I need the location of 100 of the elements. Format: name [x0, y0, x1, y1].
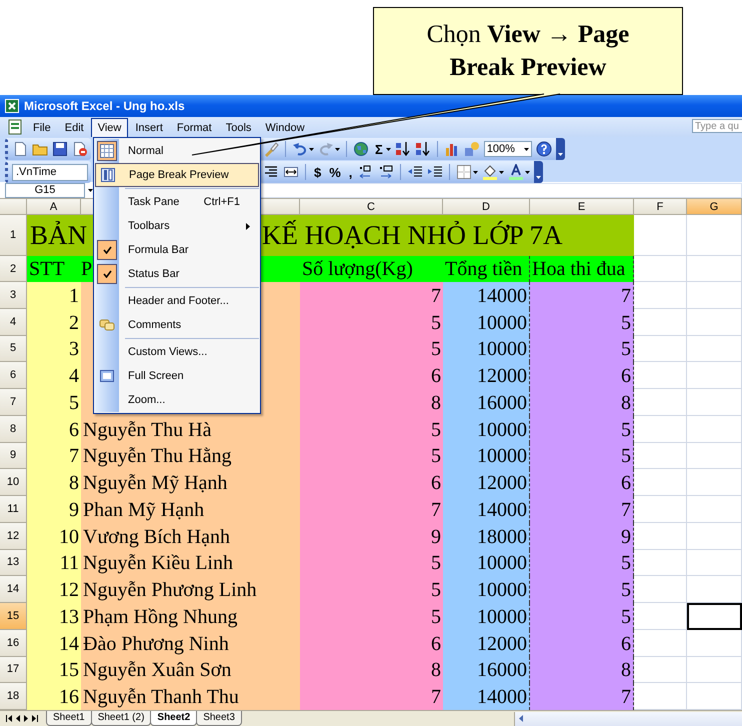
menu-item[interactable]: Zoom... [95, 388, 259, 412]
caret-icon[interactable] [524, 148, 529, 150]
row-header[interactable]: 15 [0, 603, 27, 630]
column-header[interactable]: C [300, 199, 443, 215]
caret-icon[interactable] [335, 148, 340, 150]
row-header[interactable]: 11 [0, 496, 27, 523]
menu-item[interactable]: Insert [128, 117, 170, 137]
scroll-left-icon[interactable] [519, 715, 523, 722]
row-header[interactable]: 16 [0, 630, 27, 656]
table-cell: 8 [300, 656, 443, 684]
sort-ascending-icon[interactable] [394, 141, 411, 157]
table-cell: 15 [27, 656, 81, 684]
sort-descending-icon[interactable] [414, 141, 431, 157]
menu-item[interactable]: Normal [95, 139, 259, 163]
menu-item[interactable]: Full Screen [95, 364, 259, 388]
merge-center-icon[interactable] [283, 164, 299, 180]
paint-bucket-icon[interactable] [482, 164, 498, 180]
zoom-field[interactable]: 100% [484, 141, 532, 157]
table-cell: 7 [530, 496, 634, 523]
column-header[interactable]: E [530, 199, 634, 215]
row-header[interactable]: 17 [0, 656, 27, 684]
next-sheet-icon[interactable] [24, 715, 28, 722]
document-icon[interactable] [6, 119, 24, 135]
row-header[interactable]: 14 [0, 576, 27, 603]
table-cell: 16000 [443, 389, 530, 416]
save-icon[interactable] [52, 141, 68, 157]
menu-item[interactable]: Window [258, 117, 312, 137]
name-box[interactable]: G15 [5, 182, 85, 198]
menu-item[interactable]: View [90, 118, 128, 137]
menu-item[interactable]: Task Pane Ctrl+F1 [95, 190, 259, 214]
menu-item[interactable]: Status Bar [95, 262, 259, 286]
row-header[interactable]: 3 [0, 282, 27, 309]
column-header[interactable]: F [634, 199, 687, 215]
column-header[interactable]: D [443, 199, 530, 215]
horizontal-scrollbar[interactable] [514, 712, 742, 726]
table-cell: 10000 [443, 336, 530, 362]
caret-icon[interactable] [309, 148, 314, 150]
restricted-document-icon[interactable] [72, 141, 88, 157]
sheet-tab[interactable]: Sheet2 [150, 711, 198, 726]
table-cell: 2 [27, 308, 81, 336]
menu-item[interactable]: Edit [58, 117, 91, 137]
menu-item[interactable]: Page Break Preview [95, 163, 259, 187]
column-heading: STT [27, 256, 81, 282]
row-header[interactable]: 5 [0, 336, 27, 362]
bar-chart-icon[interactable] [444, 141, 460, 157]
sheet-tab[interactable]: Sheet1 [46, 711, 92, 726]
menu-item[interactable]: Format [170, 117, 219, 137]
column-header[interactable]: G [687, 199, 742, 215]
decrease-decimal-icon[interactable] [378, 164, 394, 180]
row-header[interactable]: 6 [0, 362, 27, 389]
row-header[interactable]: 9 [0, 442, 27, 470]
help-icon[interactable] [536, 141, 552, 157]
percent-button[interactable]: % [327, 164, 343, 180]
currency-button[interactable]: $ [312, 164, 324, 180]
row-header[interactable]: 7 [0, 389, 27, 416]
menu-item[interactable]: File [26, 117, 58, 137]
toolbar-options-icon[interactable] [556, 138, 565, 160]
table-cell: 5 [530, 603, 634, 630]
globe-icon[interactable] [353, 141, 369, 157]
row-header[interactable]: 2 [0, 256, 27, 282]
previous-sheet-icon[interactable] [16, 715, 20, 722]
selected-cell[interactable] [687, 603, 742, 630]
table-cell: 6 [300, 630, 443, 656]
paintbrush-icon[interactable] [263, 141, 279, 157]
menu-item[interactable]: Toolbars [95, 214, 259, 238]
first-sheet-icon[interactable] [6, 715, 12, 722]
row-header[interactable]: 13 [0, 550, 27, 576]
menu-item[interactable]: Tools [218, 117, 258, 137]
font-field[interactable]: .VnTime [12, 164, 88, 180]
toolbar-options-icon[interactable] [534, 161, 544, 183]
row-header[interactable]: 12 [0, 522, 27, 550]
column-heading: Tổng tiền [443, 256, 530, 282]
row-header[interactable]: 8 [0, 416, 27, 442]
help-field[interactable]: Type a qu [692, 119, 742, 133]
drawing-shapes-icon[interactable] [464, 141, 480, 157]
table-cell: 5 [300, 550, 443, 576]
menu-item[interactable]: Comments [95, 313, 259, 337]
autosum-button[interactable]: Σ [373, 142, 385, 156]
last-sheet-icon[interactable] [32, 715, 38, 722]
row-header[interactable]: 10 [0, 469, 27, 496]
caret-icon[interactable] [473, 170, 478, 174]
table-cell: 6 [530, 630, 634, 656]
caret-icon [558, 153, 563, 156]
column-header[interactable]: A [27, 199, 81, 215]
menu-item[interactable]: Custom Views... [95, 340, 259, 364]
new-document-icon[interactable] [12, 141, 28, 157]
table-cell: Nguyễn Mỹ Hạnh [81, 469, 300, 496]
row-header[interactable]: 1 [0, 215, 27, 256]
caret-icon[interactable] [386, 148, 391, 150]
row-header[interactable]: 4 [0, 308, 27, 336]
sheet-tab[interactable]: Sheet3 [196, 711, 242, 726]
font-color-icon[interactable] [508, 164, 524, 180]
caret-icon[interactable] [499, 170, 504, 174]
row-header[interactable]: 18 [0, 683, 27, 710]
page-preview-icon [100, 167, 116, 183]
undo-icon[interactable] [292, 141, 308, 157]
caret-icon[interactable] [88, 188, 93, 192]
comma-button[interactable]: , [346, 164, 354, 180]
sheet-tab[interactable]: Sheet1 (2) [90, 711, 152, 726]
menu-item[interactable]: Header and Footer... [95, 289, 259, 313]
